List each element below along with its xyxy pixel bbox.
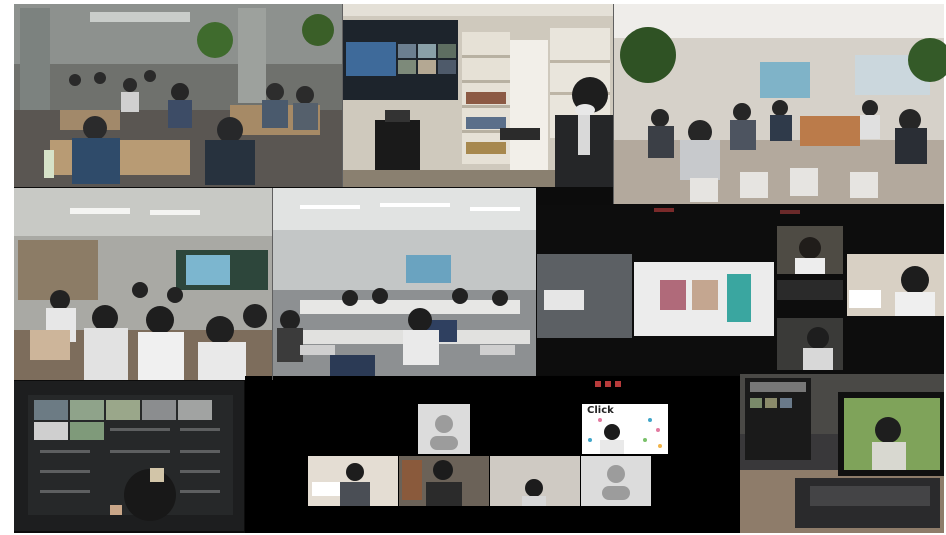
- photo-office-seminar: [614, 4, 946, 204]
- photo-classroom: [14, 188, 272, 380]
- photo-laptop-desk-call: [740, 374, 944, 533]
- photo-online-meeting-gallery: [245, 376, 740, 533]
- photo-workshop-room: [14, 4, 342, 187]
- photo-computer-lab: [273, 188, 536, 380]
- photo-video-call-screens: [537, 205, 944, 375]
- card-title: Click: [587, 405, 614, 416]
- photo-collage: [0, 0, 946, 535]
- photo-laptop-grid-call: [14, 381, 244, 531]
- photo-presenter-screen: [343, 4, 613, 187]
